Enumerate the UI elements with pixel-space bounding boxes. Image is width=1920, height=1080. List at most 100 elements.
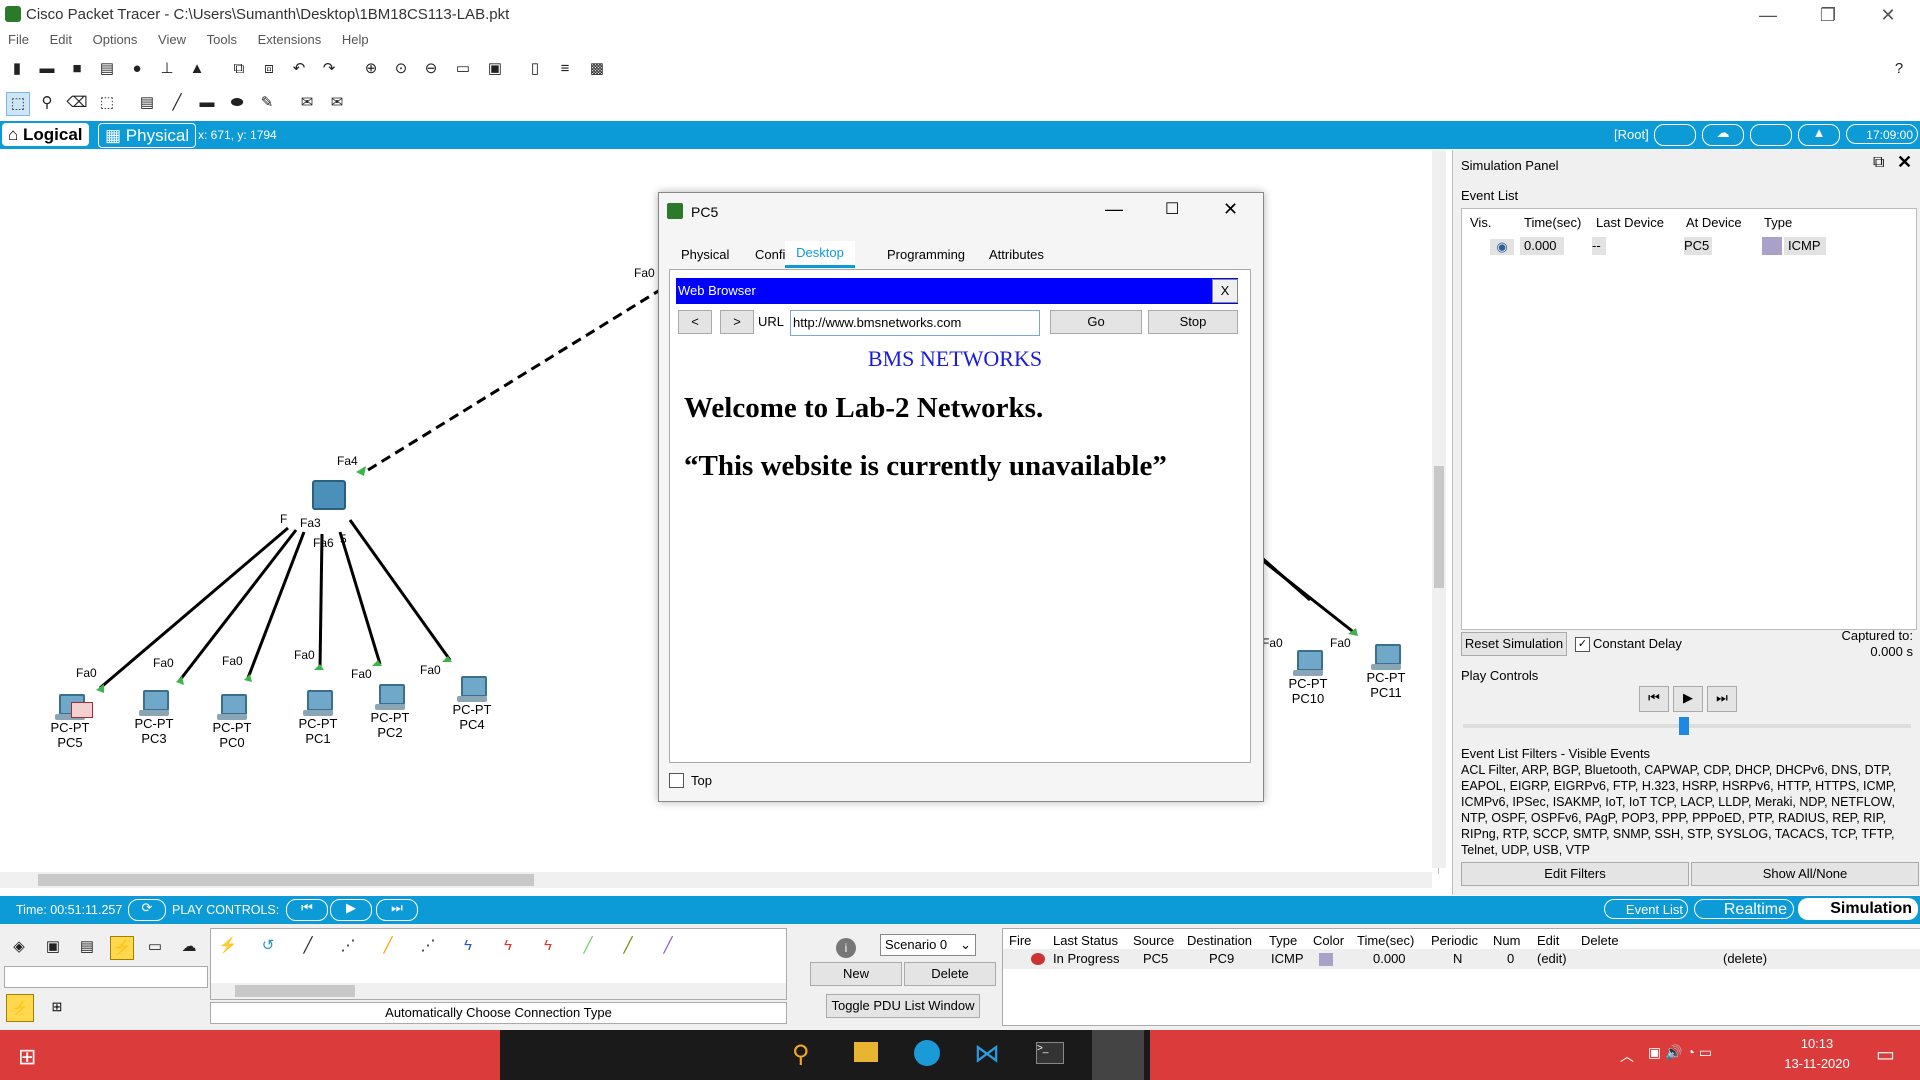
scroll-thumb[interactable] <box>235 985 355 997</box>
event-list-button[interactable]: Event List <box>1604 899 1688 919</box>
connections-subtype-icon[interactable]: ⚡ <box>6 994 34 1022</box>
tab-programming[interactable]: Programming <box>887 247 965 262</box>
hub-icon[interactable]: ▤ <box>76 936 98 958</box>
pc2-node[interactable]: PC-PT PC2 <box>360 684 420 740</box>
pc3-node[interactable]: PC-PT PC3 <box>124 690 184 746</box>
background-icon[interactable]: ▲ <box>1798 124 1840 146</box>
edge-icon[interactable] <box>914 1040 940 1066</box>
start-icon[interactable]: ⊞ <box>18 1044 36 1070</box>
step-forward-icon[interactable]: ⏭ <box>376 899 418 921</box>
straight-through-icon[interactable]: ╱ <box>297 935 319 957</box>
speed-slider[interactable] <box>1463 717 1911 735</box>
show-all-none-button[interactable]: Show All/None <box>1691 862 1919 886</box>
pc11-node[interactable]: PC-PT PC11 <box>1356 644 1416 700</box>
resize-icon[interactable]: ⬚ <box>96 92 118 114</box>
grid-icon[interactable]: ⊞ <box>44 994 70 1020</box>
realtime-button[interactable]: Realtime <box>1694 899 1794 919</box>
print-icon[interactable]: ▤ <box>96 58 118 80</box>
constant-delay-checkbox[interactable]: ✓ <box>1575 637 1590 652</box>
pc4-node[interactable]: PC-PT PC4 <box>442 676 502 732</box>
scroll-thumb[interactable] <box>1434 466 1444 588</box>
zoom-in-icon[interactable]: ⊕ <box>360 58 382 80</box>
horizontal-scrollbar[interactable] <box>0 872 1432 888</box>
web-view-icon[interactable]: ▩ <box>586 58 608 80</box>
router-icon[interactable]: ◈ <box>8 936 30 958</box>
notifications-icon[interactable]: ▭ <box>1876 1042 1895 1067</box>
zoom-reset-icon[interactable]: ⊙ <box>390 58 412 80</box>
device-search-input[interactable] <box>4 966 208 988</box>
activity-wizard-icon[interactable]: ▲ <box>186 58 208 80</box>
auto-connection-icon[interactable]: ⚡ <box>217 935 239 957</box>
pdu-edit-link[interactable]: (edit) <box>1537 951 1567 966</box>
coaxial-icon[interactable]: ϟ <box>457 935 479 957</box>
logical-tab[interactable]: ⌂ Logical <box>2 123 89 146</box>
open-folder-icon[interactable]: ▬ <box>36 58 58 80</box>
drawing-palette-icon[interactable]: ▭ <box>452 58 474 80</box>
undo-icon[interactable]: ↶ <box>288 58 310 80</box>
tab-desktop[interactable]: Desktop <box>785 241 855 268</box>
menu-edit[interactable]: Edit <box>50 32 72 47</box>
search-icon[interactable]: ⚲ <box>792 1040 810 1069</box>
system-tray-icons[interactable]: ▣ 🔊 ◔ ▭ <box>1648 1044 1712 1061</box>
phone-cable-icon[interactable]: ⋰ <box>417 935 439 957</box>
dialog-close-button[interactable]: ✕ <box>1223 199 1238 220</box>
table-row[interactable]: In Progress PC5 PC9 ICMP 0.000 N 0 (edit… <box>1003 949 1920 969</box>
menu-file[interactable]: File <box>8 32 29 47</box>
viewport-button[interactable] <box>1750 124 1792 146</box>
dialog-minimize-button[interactable]: — <box>1105 199 1123 220</box>
rectangle-icon[interactable]: ▬ <box>196 92 218 114</box>
palette-scrollbar[interactable] <box>211 983 786 999</box>
back-level-button[interactable] <box>1654 124 1696 146</box>
vscode-icon[interactable]: ⋈ <box>974 1038 1000 1069</box>
browser-back-button[interactable]: < <box>678 310 712 334</box>
freeform-icon[interactable]: ✎ <box>256 92 278 114</box>
clock-button[interactable]: 17:09:00 <box>1846 124 1918 144</box>
draw-line-icon[interactable]: ╱ <box>166 92 188 114</box>
cluster-icon[interactable]: ☁ <box>1702 124 1744 146</box>
vertical-scrollbar[interactable] <box>1432 150 1446 868</box>
scenario-info-icon[interactable]: i <box>836 938 856 958</box>
top-checkbox[interactable] <box>669 773 684 788</box>
pc0-node[interactable]: PC-PT PC0 <box>202 694 262 750</box>
reset-simulation-button[interactable]: Reset Simulation <box>1461 632 1567 656</box>
step-back-icon[interactable]: ⏮ <box>286 899 328 921</box>
tab-physical[interactable]: Physical <box>681 247 729 262</box>
ipc-icon[interactable]: ≡ <box>554 58 576 80</box>
new-scenario-button[interactable]: New <box>810 962 902 986</box>
end-devices-icon[interactable]: ▭ <box>144 936 166 958</box>
slider-thumb[interactable] <box>1679 717 1689 735</box>
iot-cable-icon[interactable]: ╱ <box>617 935 639 957</box>
viewport-icon[interactable]: ▯ <box>524 58 546 80</box>
info-icon[interactable]: ● <box>126 58 148 80</box>
pc10-node[interactable]: PC-PT PC10 <box>1278 650 1338 706</box>
url-input[interactable]: http://www.bmsnetworks.com <box>790 310 1040 336</box>
custom-device-icon[interactable]: ▣ <box>484 58 506 80</box>
table-row[interactable]: ◉ 0.000 -- PC5 ICMP <box>1462 235 1826 257</box>
console-cable-icon[interactable]: ↺ <box>257 935 279 957</box>
scroll-thumb[interactable] <box>38 874 534 886</box>
cloud-icon[interactable]: ☁ <box>178 936 200 958</box>
browser-close-button[interactable]: X <box>1212 279 1238 303</box>
play-button[interactable]: ▶ <box>1673 686 1703 712</box>
octal-cable-icon[interactable]: ╱ <box>577 935 599 957</box>
serial-dce-icon[interactable]: ϟ <box>497 935 519 957</box>
switch-icon[interactable] <box>312 480 346 510</box>
delete-scenario-button[interactable]: Delete <box>904 962 996 986</box>
copy-icon[interactable]: ⧉ <box>228 58 250 80</box>
connections-icon[interactable]: ⚡ <box>110 936 134 960</box>
tab-attributes[interactable]: Attributes <box>989 247 1044 262</box>
reset-time-icon[interactable]: ⟳ <box>128 899 166 921</box>
chevron-up-icon[interactable]: ︿ <box>1620 1046 1634 1066</box>
usb-cable-icon[interactable]: ╱ <box>657 935 679 957</box>
simulation-button[interactable]: Simulation <box>1798 898 1918 920</box>
complex-pdu-icon[interactable]: ✉ <box>326 92 348 114</box>
fire-icon[interactable] <box>1031 953 1045 965</box>
step-forward-button[interactable]: ⏭ <box>1707 686 1737 712</box>
network-info-icon[interactable]: ⊥ <box>156 58 178 80</box>
select-icon[interactable]: ⬚ <box>6 92 30 116</box>
close-button[interactable]: ✕ <box>1860 0 1916 30</box>
ellipse-icon[interactable]: ⬬ <box>226 92 248 114</box>
edit-filters-button[interactable]: Edit Filters <box>1461 862 1689 886</box>
crossover-icon[interactable]: ⋰ <box>337 935 359 957</box>
fiber-icon[interactable]: ╱ <box>377 935 399 957</box>
